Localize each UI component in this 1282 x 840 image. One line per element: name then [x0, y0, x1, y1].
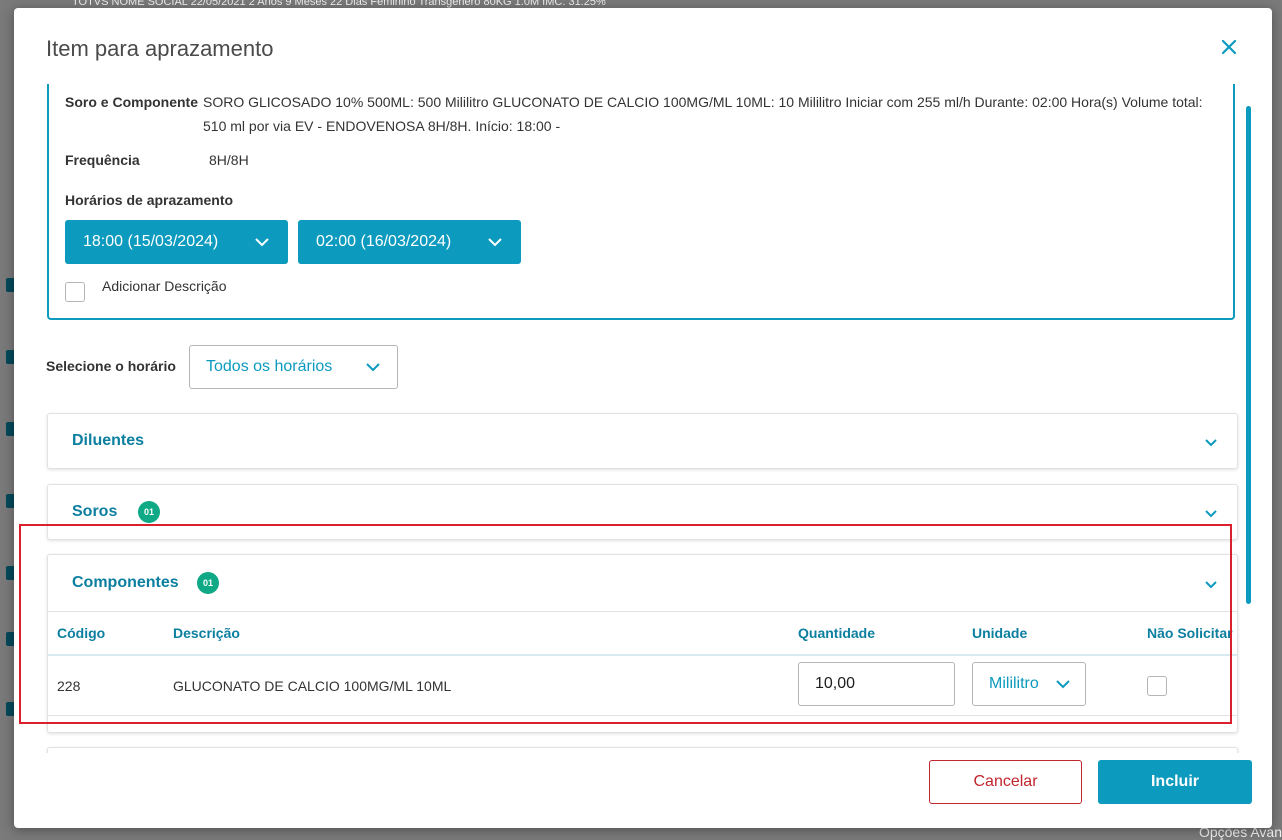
accordion-diluentes[interactable]: Diluentes — [47, 413, 1238, 469]
aprazamento-dialog: Item para aprazamento Soro e Componente … — [14, 8, 1272, 828]
chevron-down-icon — [366, 363, 380, 372]
quantity-input[interactable]: 10,00 — [798, 662, 955, 706]
divider — [48, 611, 1237, 612]
accordion-componentes[interactable]: Componentes 01 Código Descrição Quantida… — [47, 554, 1238, 733]
column-header-codigo: Código — [57, 625, 106, 641]
prescription-info-card: Soro e Componente SORO GLICOSADO 10% 500… — [47, 84, 1235, 320]
column-header-unidade: Unidade — [972, 625, 1028, 641]
time-slot-button-2[interactable]: 02:00 (16/03/2024) — [298, 220, 521, 264]
chevron-down-icon[interactable] — [1203, 434, 1219, 450]
add-description-checkbox[interactable] — [65, 282, 85, 302]
row-descricao: GLUCONATO DE CALCIO 100MG/ML 10ML — [173, 678, 452, 694]
accordion-soros[interactable]: Soros 01 — [47, 484, 1238, 540]
row-codigo: 228 — [57, 678, 81, 694]
nao-solicitar-checkbox[interactable] — [1147, 676, 1167, 696]
unit-select-value: Mililitro — [989, 675, 1039, 692]
column-header-nao-solicitar: Não Solicitar — [1147, 625, 1233, 641]
soro-label: Soro e Componente — [65, 94, 199, 110]
accordion-componentes-title: Componentes — [72, 574, 179, 591]
time-filter-value: Todos os horários — [206, 358, 333, 375]
soros-count-badge: 01 — [138, 501, 160, 523]
row-divider — [48, 715, 1237, 716]
chevron-down-icon — [255, 238, 269, 247]
time-slot-label: 02:00 (16/03/2024) — [316, 233, 452, 250]
dialog-title: Item para aprazamento — [46, 36, 274, 61]
unit-select[interactable]: Mililitro — [972, 662, 1086, 706]
time-slot-button-1[interactable]: 18:00 (15/03/2024) — [65, 220, 288, 264]
accordion-soros-title: Soros — [72, 503, 118, 520]
accordion-diluentes-title: Diluentes — [72, 432, 145, 449]
include-button[interactable]: Incluir — [1098, 760, 1252, 804]
chevron-down-icon[interactable] — [1203, 576, 1219, 592]
frequency-label: Frequência — [65, 152, 140, 168]
chevron-down-icon[interactable] — [1203, 505, 1219, 521]
time-filter-label: Selecione o horário — [46, 358, 176, 374]
chevron-down-icon — [488, 238, 502, 247]
column-header-quantidade: Quantidade — [798, 625, 876, 641]
schedule-label: Horários de aprazamento — [65, 192, 234, 208]
header-divider — [48, 654, 1237, 656]
close-icon[interactable] — [1218, 36, 1240, 58]
time-filter-select[interactable]: Todos os horários — [189, 345, 398, 389]
componentes-count-badge: 01 — [197, 572, 219, 594]
add-description-label: Adicionar Descrição — [102, 278, 227, 294]
dialog-content: Soro e Componente SORO GLICOSADO 10% 500… — [14, 76, 1272, 753]
time-slot-label: 18:00 (15/03/2024) — [83, 233, 219, 250]
cancel-button[interactable]: Cancelar — [929, 760, 1082, 804]
soro-value: SORO GLICOSADO 10% 500ML: 500 Mililitro … — [203, 94, 1203, 134]
accordion-next[interactable] — [47, 747, 1238, 753]
frequency-value: 8H/8H — [209, 152, 249, 168]
column-header-descricao: Descrição — [173, 625, 240, 641]
chevron-down-icon — [1056, 680, 1070, 689]
